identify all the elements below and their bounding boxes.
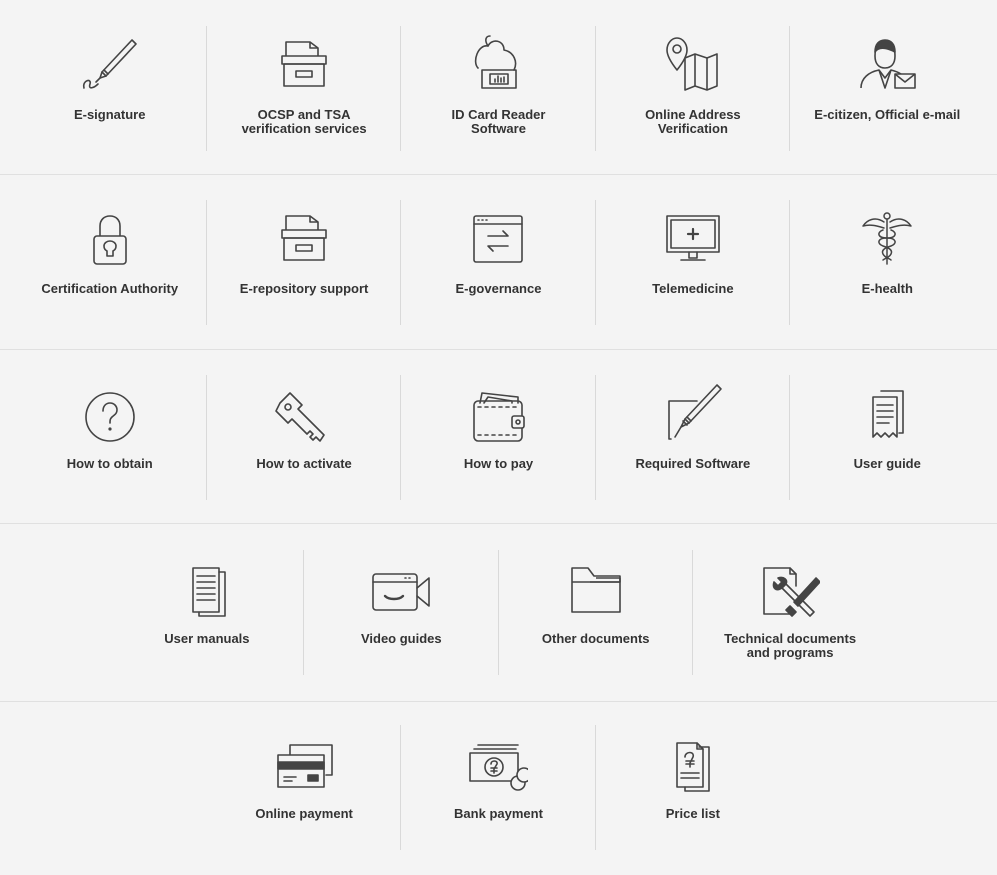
pen-signature-icon [80,34,140,94]
service-id-card-reader[interactable]: ID Card Reader Software [401,26,597,151]
service-label: E-governance [455,281,542,296]
user-mail-icon [857,34,917,94]
padlock-icon [80,208,140,268]
document-tools-icon [760,558,821,618]
service-label: E-repository support [239,281,369,296]
bank-cash-icon [468,733,529,793]
service-label: Price list [665,806,720,821]
service-how-to-obtain[interactable]: How to obtain [13,375,208,500]
service-label: Other documents [541,631,650,646]
service-label: Video guides [360,631,442,646]
row-separator [0,349,997,350]
service-label: How to activate [256,456,352,471]
service-user-guide[interactable]: User guide [790,375,984,471]
receipt-document-icon [857,383,917,443]
question-circle-icon [80,383,140,443]
services-grid: E-signature OCSP and TSA verification se… [0,0,997,875]
service-label: E-citizen, Official e-mail [814,107,961,122]
row-separator [0,701,997,702]
service-label: Online Address Verification [645,107,741,136]
service-telemedicine[interactable]: Telemedicine [596,200,791,325]
service-how-to-activate[interactable]: How to activate [207,375,402,500]
services-row-1: E-signature OCSP and TSA verification se… [0,26,997,151]
services-row-2: Certification Authority E-repository sup… [0,200,997,325]
service-e-health[interactable]: E-health [790,200,984,296]
service-ocsp-tsa[interactable]: OCSP and TSA verification services [207,26,402,151]
monitor-plus-icon [663,208,723,268]
service-label: Technical documents and programs [724,631,857,660]
archive-box-icon [274,34,334,94]
service-price-list[interactable]: Price list [596,725,790,821]
service-label: ID Card Reader Software [451,107,546,136]
service-certification-authority[interactable]: Certification Authority [13,200,208,325]
row-separator [0,174,997,175]
video-camera-icon [371,558,431,618]
document-stack-icon [177,558,237,618]
service-video-guides[interactable]: Video guides [304,550,499,675]
key-icon [274,383,334,443]
service-label: E-signature [73,107,146,122]
service-label: Telemedicine [652,281,734,296]
service-how-to-pay[interactable]: How to pay [401,375,597,500]
service-required-software[interactable]: Required Software [596,375,791,500]
service-label: Online payment [255,806,353,821]
service-other-documents[interactable]: Other documents [499,550,694,675]
service-label: User manuals [164,631,250,646]
service-label: Required Software [635,456,751,471]
service-label: How to pay [463,456,534,471]
service-e-repository[interactable]: E-repository support [207,200,402,325]
card-reader-icon [468,34,528,94]
service-e-citizen[interactable]: E-citizen, Official e-mail [790,26,984,136]
service-technical-documents[interactable]: Technical documents and programs [693,550,887,660]
archive-box-icon [274,208,334,268]
services-row-4: User manuals Video guides Other document… [0,550,997,675]
service-label: OCSP and TSA verification services [241,107,367,136]
price-document-icon [663,733,723,793]
service-online-address[interactable]: Online Address Verification [596,26,791,151]
row-separator [0,523,997,524]
map-pin-icon [663,34,723,94]
service-label: How to obtain [66,456,153,471]
service-user-manuals[interactable]: User manuals [110,550,305,675]
service-bank-payment[interactable]: Bank payment [401,725,597,850]
browser-exchange-icon [468,208,528,268]
wallet-icon [468,383,528,443]
service-e-governance[interactable]: E-governance [401,200,597,325]
service-label: E-health [861,281,913,296]
folder-icon [566,558,626,618]
service-online-payment[interactable]: Online payment [207,725,402,850]
service-e-signature[interactable]: E-signature [13,26,208,151]
services-row-3: How to obtain How to activate How to pay… [0,375,997,500]
credit-card-icon [274,733,334,793]
services-row-5: Online payment Bank payment Price list [0,725,997,850]
pen-box-icon [663,383,723,443]
service-label: Bank payment [454,806,543,821]
service-label: Certification Authority [41,281,179,296]
caduceus-icon [857,208,917,268]
service-label: User guide [853,456,921,471]
